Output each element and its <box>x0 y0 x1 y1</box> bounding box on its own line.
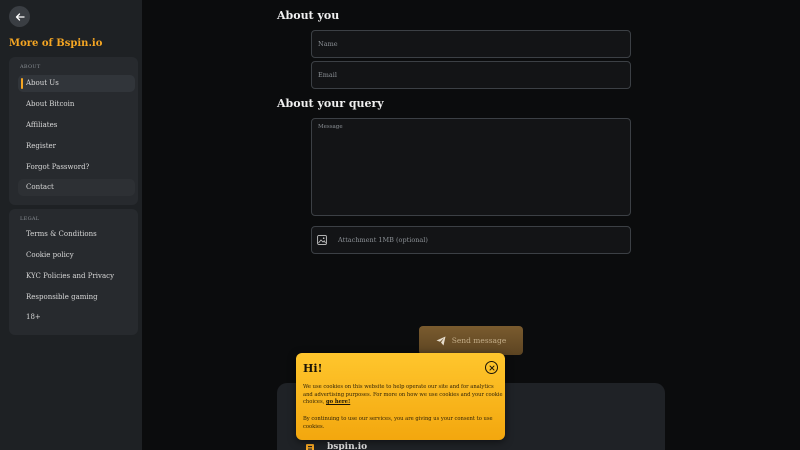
sidebar-title: More of Bspin.io <box>9 38 103 49</box>
about-section: ABOUT About Us About Bitcoin Affiliates … <box>9 57 138 205</box>
message-textarea[interactable] <box>312 119 630 215</box>
sidebar: More of Bspin.io ABOUT About Us About Bi… <box>0 0 142 450</box>
cookie-text-2: By continuing to use our services, you a… <box>303 416 493 430</box>
cookie-text-1: We use cookies on this website to help o… <box>303 384 503 407</box>
cookie-title: Hi! <box>303 362 323 375</box>
sidebar-item-forgot-password[interactable]: Forgot Password? <box>18 159 135 176</box>
footer-brand: bspin.io <box>327 442 368 450</box>
legal-section: LEGAL Terms & Conditions Cookie policy K… <box>9 209 138 335</box>
bspin-logo-icon <box>306 444 314 450</box>
sidebar-item-about-us[interactable]: About Us <box>18 75 135 92</box>
email-input[interactable] <box>312 62 630 88</box>
email-field-wrapper <box>311 61 631 89</box>
sidebar-item-responsible-gaming[interactable]: Responsible gaming <box>18 289 135 306</box>
name-field-wrapper <box>311 30 631 58</box>
close-icon <box>489 365 494 370</box>
message-field-wrapper <box>311 118 631 216</box>
cookie-link[interactable]: go here! <box>326 399 350 405</box>
legal-section-label: LEGAL <box>20 216 40 222</box>
sidebar-item-about-bitcoin[interactable]: About Bitcoin <box>18 96 135 113</box>
query-heading: About your query <box>277 97 384 110</box>
sidebar-item-18-plus[interactable]: 18+ <box>18 309 135 326</box>
sidebar-item-register[interactable]: Register <box>18 138 135 155</box>
sidebar-item-affiliates[interactable]: Affiliates <box>18 117 135 134</box>
sidebar-item-contact[interactable]: Contact <box>18 179 135 196</box>
cookie-popup: Hi! We use cookies on this website to he… <box>296 353 505 440</box>
name-input[interactable] <box>312 31 630 57</box>
send-message-button[interactable]: Send message <box>419 326 523 355</box>
about-you-heading: About you <box>277 9 340 22</box>
arrow-left-icon <box>15 12 25 21</box>
paper-plane-icon <box>436 336 446 345</box>
attachment-label: Attachment 1MB (optional) <box>338 236 428 244</box>
image-icon <box>317 235 327 245</box>
about-section-label: ABOUT <box>20 64 41 70</box>
sidebar-item-kyc[interactable]: KYC Policies and Privacy <box>18 268 135 285</box>
back-button[interactable] <box>9 6 30 27</box>
sidebar-item-terms[interactable]: Terms & Conditions <box>18 226 135 243</box>
attachment-field[interactable]: Attachment 1MB (optional) <box>311 226 631 254</box>
send-message-label: Send message <box>451 336 507 345</box>
sidebar-item-cookie-policy[interactable]: Cookie policy <box>18 247 135 264</box>
cookie-close-button[interactable] <box>485 361 498 374</box>
